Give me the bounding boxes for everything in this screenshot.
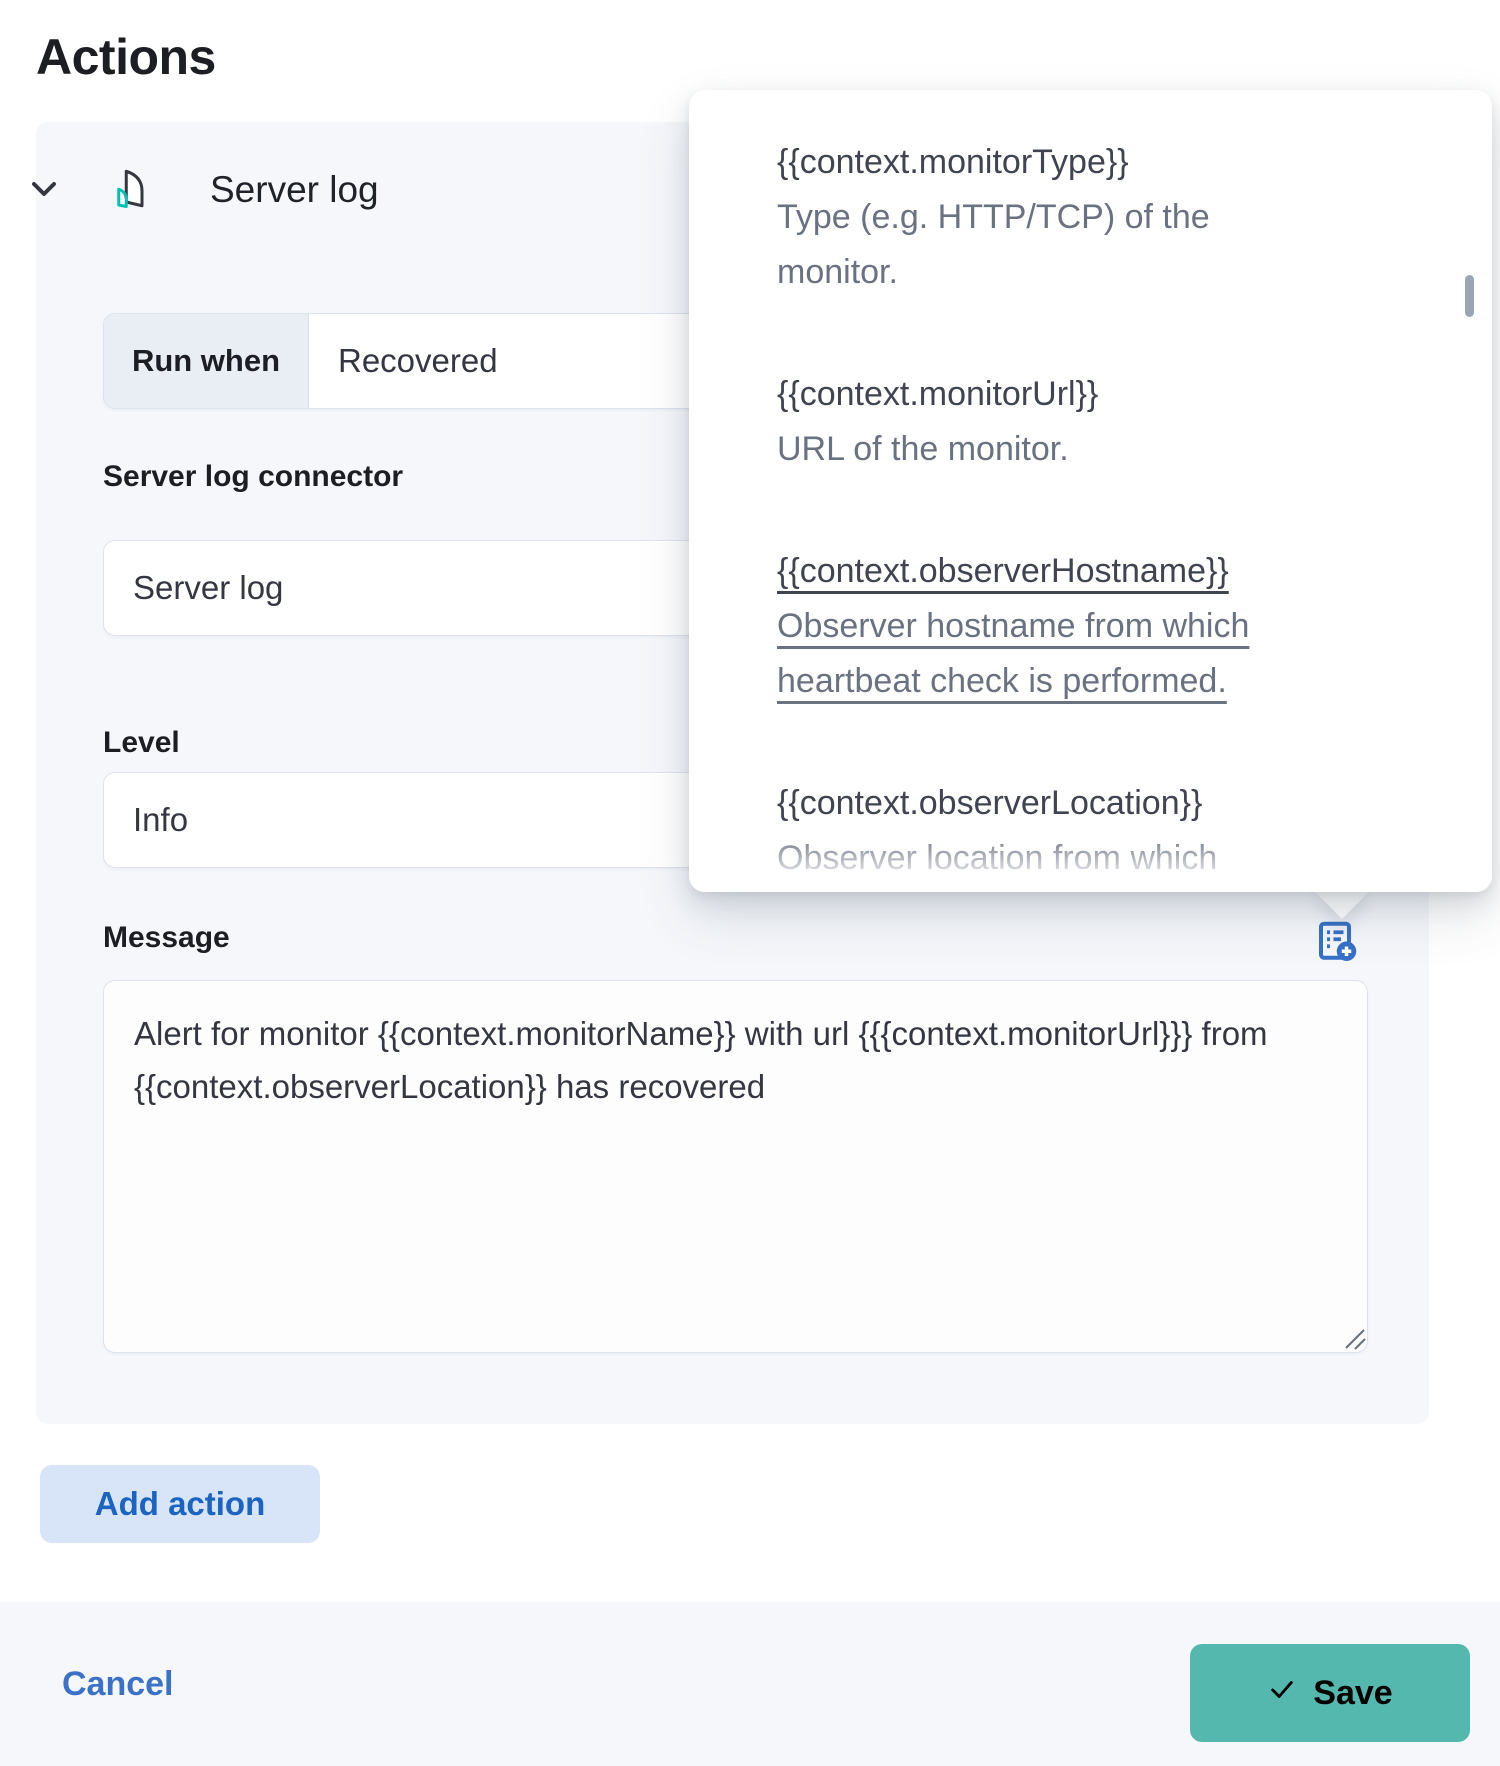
action-accordion-header: Server log (18, 152, 379, 228)
add-variable-icon (1318, 952, 1358, 967)
action-title: Server log (210, 169, 379, 211)
add-action-button[interactable]: Add action (40, 1465, 320, 1543)
check-icon (1267, 1674, 1297, 1713)
add-variable-button[interactable] (1318, 920, 1358, 964)
variable-name: {{context.monitorType}} (777, 135, 1337, 190)
page-title: Actions (36, 28, 216, 86)
popover-scrollbar[interactable] (1465, 275, 1474, 317)
message-label: Message (103, 921, 230, 954)
variables-popover: {{context.monitorType}} Type (e.g. HTTP/… (689, 90, 1492, 892)
variable-name: {{context.observerLocation}} (777, 776, 1337, 831)
message-textarea[interactable]: Alert for monitor {{context.monitorName}… (103, 980, 1368, 1353)
resize-handle-icon[interactable] (1338, 1322, 1368, 1352)
variable-description: Observer hostname from which heartbeat c… (777, 599, 1337, 709)
server-log-icon (106, 166, 154, 214)
connector-value: Server log (104, 541, 283, 635)
run-when-label: Run when (104, 314, 309, 408)
variable-option-monitor-type[interactable]: {{context.monitorType}} Type (e.g. HTTP/… (777, 135, 1337, 300)
level-label: Level (103, 726, 180, 760)
variable-description: Observer location from which (777, 831, 1337, 886)
collapse-action-button[interactable] (18, 164, 70, 216)
variable-name: {{context.monitorUrl}} (777, 367, 1337, 422)
save-button-label: Save (1313, 1674, 1392, 1713)
variable-description: URL of the monitor. (777, 422, 1337, 477)
cancel-button[interactable]: Cancel (62, 1602, 174, 1766)
variable-option-observer-hostname[interactable]: {{context.observerHostname}} Observer ho… (777, 544, 1337, 709)
variable-option-observer-location[interactable]: {{context.observerLocation}} Observer lo… (777, 776, 1337, 886)
chevron-down-icon (24, 169, 64, 212)
variable-option-monitor-url[interactable]: {{context.monitorUrl}} URL of the monito… (777, 367, 1337, 477)
connector-label: Server log connector (103, 460, 403, 494)
level-value: Info (104, 773, 188, 867)
variable-description: Type (e.g. HTTP/TCP) of the monitor. (777, 190, 1337, 300)
save-button[interactable]: Save (1190, 1644, 1470, 1742)
variable-name: {{context.observerHostname}} (777, 544, 1337, 599)
flyout-footer: Cancel Save (0, 1602, 1500, 1766)
run-when-value: Recovered (309, 314, 498, 408)
